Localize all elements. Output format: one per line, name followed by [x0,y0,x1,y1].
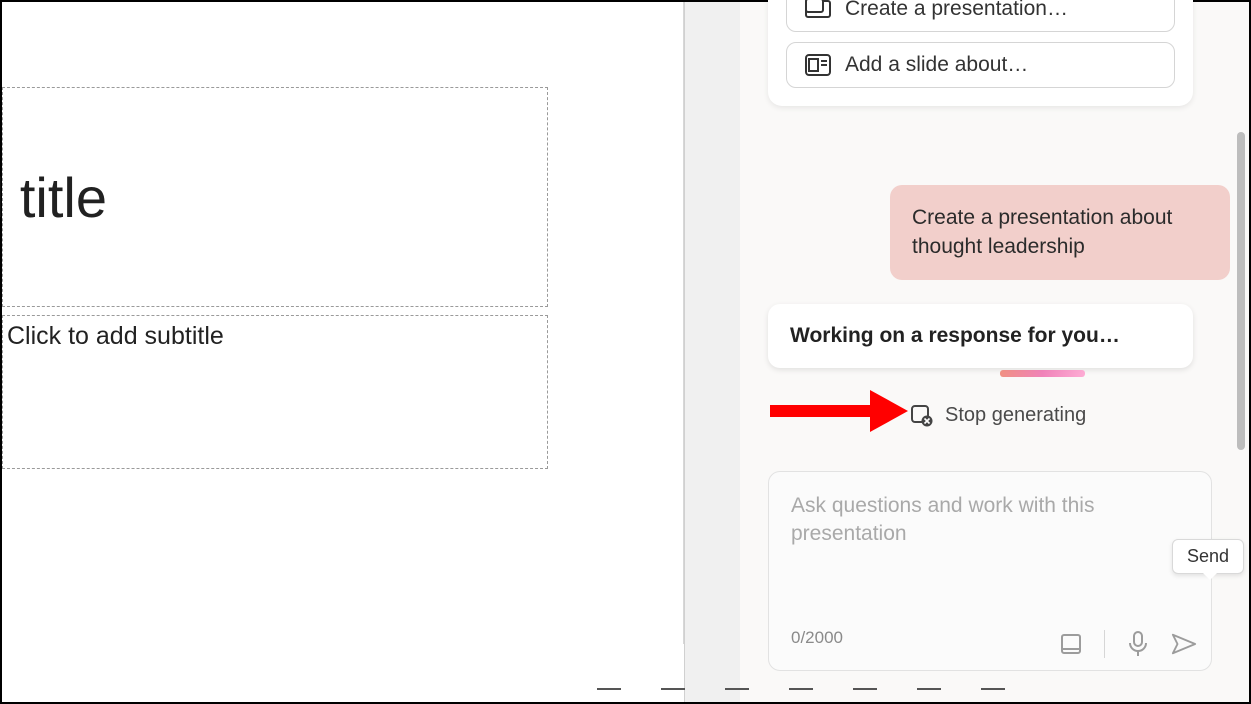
slide-subtitle-text: Click to add subtitle [7,322,224,350]
annotation-arrow [770,395,910,425]
status-icon[interactable] [725,688,749,702]
tooltip-text: Send [1187,546,1229,566]
status-icon[interactable] [981,688,1005,702]
suggestion-card: Create a presentation… Add a slide about… [768,0,1193,106]
char-counter: 0/2000 [791,628,843,648]
loading-gradient [1000,370,1085,377]
copilot-input-card[interactable]: Ask questions and work with this present… [768,471,1212,671]
book-icon[interactable] [1058,631,1084,657]
send-tooltip: Send [1172,539,1244,574]
microphone-icon[interactable] [1125,631,1151,657]
status-icon[interactable] [853,688,877,702]
slide-title-text: k to add title [0,165,107,230]
stage-gutter [684,2,740,702]
stop-generating-label: Stop generating [945,404,1086,427]
slide-canvas[interactable]: k to add title Click to add subtitle [2,2,684,644]
assistant-status-message: Working on a response for you… [768,304,1193,368]
add-slide-button[interactable]: Add a slide about… [786,42,1175,88]
input-icon-row [1058,630,1197,658]
presentation-icon [805,0,831,20]
slide-subtitle-placeholder[interactable]: Click to add subtitle [2,315,548,469]
status-icon[interactable] [661,688,685,702]
assistant-status-text: Working on a response for you… [790,324,1120,347]
suggestion-label: Add a slide about… [845,53,1028,77]
stop-icon [911,405,933,427]
create-presentation-button[interactable]: Create a presentation… [786,0,1175,32]
status-icon[interactable] [597,688,621,702]
copilot-panel: Create a presentation… Add a slide about… [740,2,1249,702]
user-message: Create a presentation about thought lead… [890,185,1230,280]
user-message-text: Create a presentation about thought lead… [912,206,1172,258]
send-icon[interactable] [1171,631,1197,657]
separator [1104,630,1105,658]
slide-title-placeholder[interactable]: k to add title [2,87,548,307]
slide-stage: k to add title Click to add subtitle [2,2,684,702]
panel-scrollbar[interactable] [1237,132,1245,450]
statusbar-icons [597,686,1237,702]
stop-generating-button[interactable]: Stop generating [903,400,1094,431]
copilot-input-placeholder: Ask questions and work with this present… [791,492,1189,549]
status-icon[interactable] [789,688,813,702]
suggestion-label: Create a presentation… [845,0,1068,21]
slide-layout-icon [805,54,831,76]
app-window: k to add title Click to add subtitle Cre… [0,0,1251,704]
status-icon[interactable] [917,688,941,702]
